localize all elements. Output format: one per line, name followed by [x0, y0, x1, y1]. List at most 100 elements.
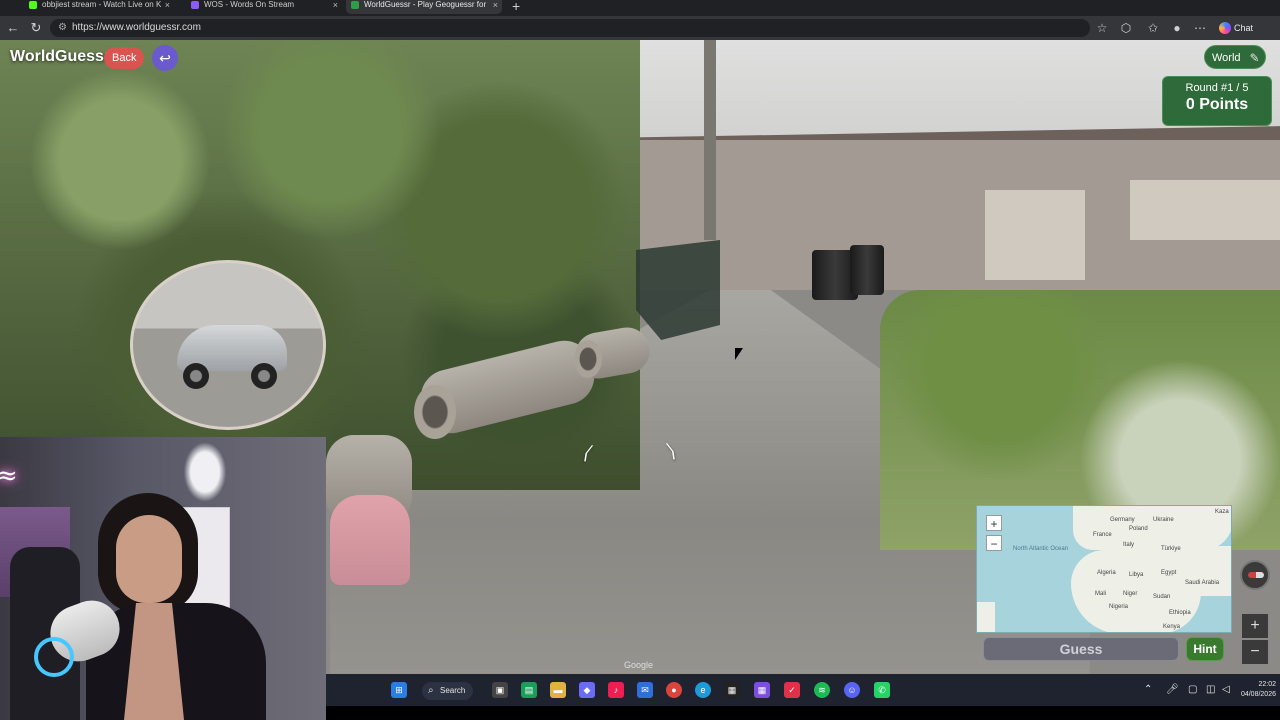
- map-country-label: Italy: [1123, 542, 1135, 548]
- points-label: 0 Points: [1185, 96, 1249, 113]
- trees-left: [0, 40, 640, 490]
- clock-date: 04/08/2026: [1240, 691, 1276, 698]
- spotify-icon[interactable]: ≋: [814, 682, 830, 698]
- search-label: Search: [440, 686, 466, 695]
- search-icon: ⌕: [428, 685, 434, 696]
- car-wheel: [183, 363, 209, 389]
- map-europe: [1073, 506, 1231, 550]
- site-info-icon[interactable]: ⚙: [58, 22, 67, 33]
- profile-avatar-icon[interactable]: ●: [1169, 20, 1185, 36]
- map-zoom-in-button[interactable]: +: [986, 515, 1002, 531]
- extensions-icon[interactable]: ⬡: [1118, 20, 1134, 36]
- discord-icon[interactable]: ☺: [844, 682, 860, 698]
- copilot-chat-button[interactable]: Chat: [1216, 19, 1259, 37]
- tab-kick-stream[interactable]: obbjiest stream - Watch Live on K ×: [24, 0, 174, 14]
- edge-icon[interactable]: e: [695, 682, 711, 698]
- panorama-zoom-in-button[interactable]: +: [1242, 614, 1268, 638]
- taskbar-clock[interactable]: 22:02 04/08/2026: [1226, 680, 1276, 700]
- neon-sign: ≈: [0, 461, 18, 491]
- back-arrow-icon[interactable]: ←: [4, 19, 22, 37]
- tray-chevron-up-icon[interactable]: ⌃: [1144, 682, 1152, 698]
- tab-label: obbjiest stream - Watch Live on K: [42, 0, 162, 9]
- face: [116, 515, 182, 603]
- map-country-label: Germany: [1110, 517, 1135, 523]
- mic-ring-light: [34, 637, 74, 677]
- map-country-label: Sudan: [1153, 594, 1171, 600]
- outlook-icon[interactable]: ✉: [637, 682, 653, 698]
- store-icon[interactable]: ▤: [521, 682, 537, 698]
- todo-icon[interactable]: ✓: [784, 682, 800, 698]
- streamer-webcam: ≈: [0, 437, 326, 720]
- map-country-label: Nigeria: [1109, 604, 1129, 610]
- microphone-tray-icon[interactable]: 🎤︎: [1166, 682, 1179, 698]
- browser-tabstrip: obbjiest stream - Watch Live on K × WOS …: [0, 0, 1280, 16]
- map-mode-button[interactable]: World ✎: [1204, 45, 1266, 69]
- map-country-label: Egypt: [1161, 570, 1177, 576]
- round-label: Round #1 / 5: [1185, 82, 1249, 94]
- pink-bag: [330, 495, 410, 585]
- notification-tray-icon[interactable]: ▢: [1188, 682, 1197, 698]
- worldguessr-logo: WorldGuessr: [10, 48, 111, 65]
- house-wall: [985, 190, 1085, 280]
- chill-brew-icon[interactable]: ▦: [724, 682, 740, 698]
- screen: obbjiest stream - Watch Live on K × WOS …: [0, 0, 1280, 720]
- address-bar[interactable]: ⚙ https://www.worldguessr.com: [50, 19, 1090, 37]
- network-tray-icon[interactable]: ◫: [1206, 682, 1215, 698]
- tab-words-on-stream[interactable]: WOS - Words On Stream ×: [186, 0, 342, 14]
- tab-worldguessr[interactable]: WorldGuessr - Play Geoguessr for ×: [346, 0, 502, 14]
- map-country-label: Türkiye: [1161, 546, 1181, 552]
- compass-icon[interactable]: [1240, 560, 1270, 590]
- reload-icon[interactable]: ↻: [27, 19, 45, 37]
- tiktok-icon[interactable]: ♪: [608, 682, 624, 698]
- tab-close-icon[interactable]: ×: [165, 0, 170, 10]
- map-country-label: Ukraine: [1153, 517, 1174, 523]
- guess-map[interactable]: North Atlantic Ocean Germany Ukraine Kaz…: [976, 505, 1232, 633]
- task-view-icon[interactable]: ▣: [492, 682, 508, 698]
- worldguessr-favicon-icon: [351, 1, 359, 9]
- tab-close-icon[interactable]: ×: [493, 0, 498, 10]
- pipe-opening: [574, 340, 602, 378]
- panorama-zoom-out-button[interactable]: −: [1242, 640, 1268, 664]
- file-explorer-icon[interactable]: ▬: [550, 682, 566, 698]
- windows-taskbar: ⊞ ⌕ Search ▣ ▤ ▬ ◆ ♪ ✉ ● e ▦ ▦ ✓ ≋ ☺ ✆ ⌃…: [326, 674, 1280, 706]
- water-tank: [850, 245, 884, 295]
- move-right-arrow-icon[interactable]: ⟩: [663, 441, 712, 461]
- car-wheel: [251, 363, 277, 389]
- map-zoom-out-button[interactable]: −: [986, 535, 1002, 551]
- grid-app-icon[interactable]: ▦: [754, 682, 770, 698]
- google-watermark: Google: [624, 660, 654, 670]
- pencil-icon: ✎: [1249, 51, 1260, 65]
- map-country-label: Ethiopia: [1169, 610, 1191, 616]
- round-info-panel: Round #1 / 5 0 Points: [1162, 76, 1272, 126]
- kick-favicon-icon: [29, 1, 37, 9]
- map-country-label: Libya: [1129, 572, 1144, 578]
- clock-time: 22:02: [1258, 681, 1276, 688]
- move-left-arrow-icon[interactable]: ⟨: [579, 443, 628, 463]
- whatsapp-icon[interactable]: ✆: [874, 682, 890, 698]
- chrome-icon[interactable]: ●: [666, 682, 682, 698]
- guess-button[interactable]: Guess: [983, 637, 1179, 661]
- back-button[interactable]: Back: [104, 47, 145, 69]
- favorites-icon[interactable]: ✩: [1145, 20, 1161, 36]
- taskbar-search[interactable]: ⌕ Search: [422, 682, 474, 700]
- browser-toolbar: ← ↻ ⚙ https://www.worldguessr.com ☆ ⬡ ✩ …: [0, 16, 1280, 40]
- bottom-bar: [326, 706, 1280, 720]
- return-to-start-icon[interactable]: ↩: [152, 45, 178, 71]
- hint-button[interactable]: Hint: [1186, 637, 1224, 661]
- utility-pole: [704, 40, 716, 240]
- map-country-label: Poland: [1129, 526, 1148, 532]
- url-text: https://www.worldguessr.com: [72, 22, 201, 33]
- new-tab-plus-icon[interactable]: +: [512, 0, 520, 14]
- map-country-label: Algeria: [1097, 570, 1116, 576]
- windows-start-icon[interactable]: ⊞: [391, 682, 407, 698]
- map-country-label: France: [1093, 532, 1112, 538]
- mouse-cursor-icon: [735, 348, 743, 360]
- map-country-label: Kenya: [1163, 624, 1181, 630]
- car-camera-overlay: [130, 260, 326, 430]
- more-menu-icon[interactable]: ⋯: [1192, 20, 1208, 36]
- copilot-app-icon[interactable]: ◆: [579, 682, 595, 698]
- map-americas: [977, 602, 995, 632]
- tab-close-icon[interactable]: ×: [333, 0, 338, 10]
- bookmark-star-icon[interactable]: ☆: [1094, 20, 1110, 36]
- wos-favicon-icon: [191, 1, 199, 9]
